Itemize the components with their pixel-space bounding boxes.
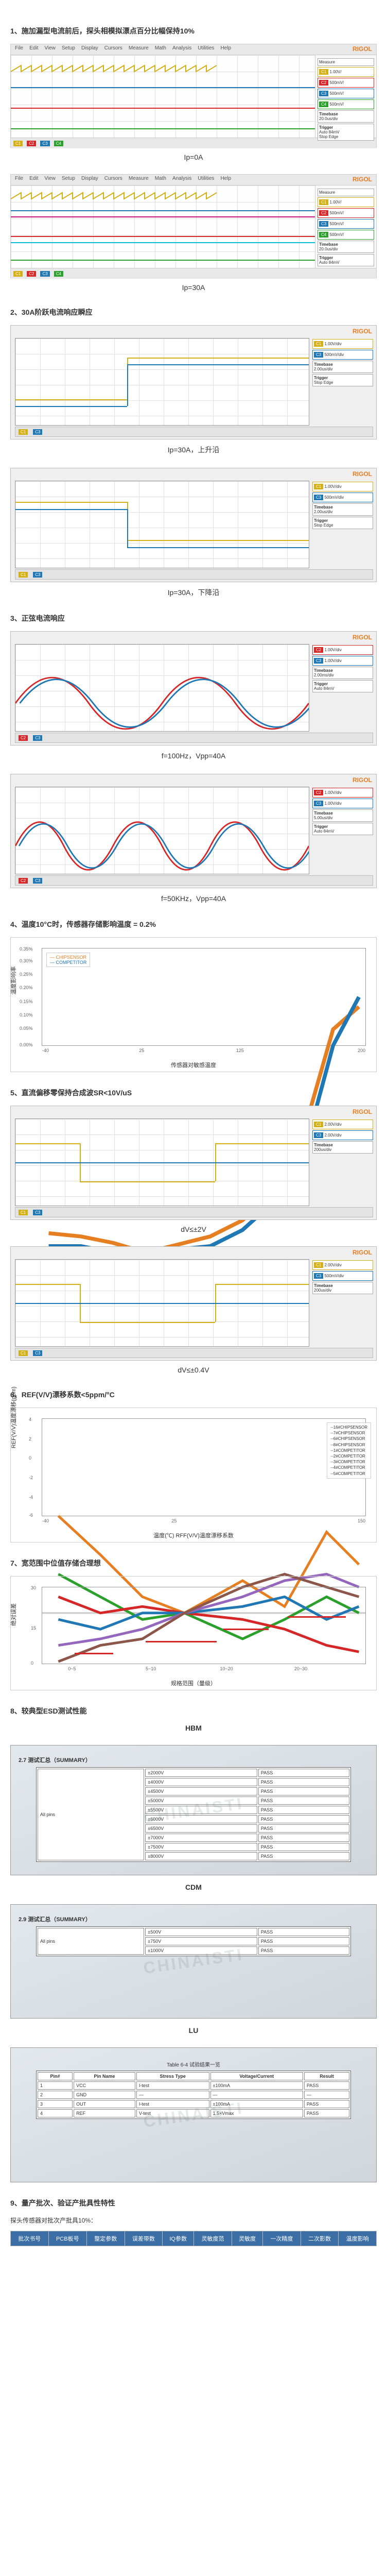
caption-2b: Ip=30A，下降沿 [10,587,377,598]
cdm-title: CDM [10,1883,377,1891]
scope-logo: RIGOL [353,45,372,53]
caption-5b: dV≤±0.4V [10,1366,377,1374]
caption-3a: f=100Hz，Vpp=40A [10,751,377,761]
section-3-title: 3、正弦电流响应 [10,613,377,623]
caption-3b: f=50KHz，Vpp=40A [10,893,377,904]
scope-5a: RIGOL C1 2.00V/div C3 2.00V/div Timebase… [10,1106,377,1220]
temperature-chart: 温度影响率 — CHIPSENSOR — COMPETITOR 0.35% 0.… [10,937,377,1072]
scope-menu: FileEditViewSetupDisplayCursorsMeasureMa… [15,45,231,51]
caption-2a: Ip=30A，上升沿 [10,445,377,455]
drift-legend: --16#CHIPSENSOR--7#CHIPSENSOR--6#CHIPSEN… [327,1422,371,1479]
section-6-title: 6、REF(V/V)漂移系数<5ppm/°C [10,1389,377,1400]
scope-2b: RIGOL C1 1.00V/div C3 500mV/div Timebase… [10,468,377,582]
cdm-report: CHINAISTI 2.9 测试汇总（SUMMARY） All pins±500… [10,1904,377,2019]
scope-2a: RIGOL C1 1.00V/div C3 500mV/div Timebase… [10,325,377,439]
lu-summary-table: Pin#Pin NameStress TypeVoltage/CurrentRe… [36,2071,351,2119]
ref-drift-chart: REF(V/V)温度漂移(ppm) 4 2 0 -2 -4 -6 -40 25 … [10,1408,377,1543]
caption-1a: Ip=0A [10,153,377,161]
summary-intro: 探头传感器对批次产批具10%： [10,2216,377,2225]
lu-report: CHINAISTI Table 6-4 试验结果一览 Pin#Pin NameS… [10,2047,377,2182]
hbm-summary-table: All pins±2000VPASS ±4000VPASS ±4500VPASS… [36,1767,351,1862]
section-2-title: 2、30A阶跃电流响应瞬应 [10,307,377,317]
scope-side-panel: Measure C1 1.00V/ C2 500mV/ C3 500mV/ C4… [315,55,376,138]
lu-title: LU [10,2026,377,2035]
scope-3b: RIGOL C2 1.00V/div C3 1.00V/div Timebase… [10,774,377,888]
section-4-title: 4、温度10°C时，传感器存储影响温度 = 0.2% [10,919,377,929]
scope-1b: FileEditViewSetupDisplayCursorsMeasureMa… [10,174,377,278]
scope-1a: FileEditViewSetupDisplayCursorsMeasureMa… [10,44,377,148]
scope-plot-area [11,55,315,138]
section-9-title: 9、量产批次、验证产批具性特性 [10,2198,377,2208]
caption-1b: Ip=30A [10,283,377,292]
summary-table: 批次书号PCB板号整定参数误差带数IQ参数灵敏度范灵敏度一次精度二次影数温度影响 [10,2231,377,2246]
cdm-summary-table: All pins±500VPASS ±750VPASS ±1000VPASS [36,1926,351,1956]
scope-5b: RIGOL C1 2.00V/div C3 500mV/div Timebase… [10,1246,377,1361]
rec-bar-chart: 绝对误差 0 15 30 0~5 5~10 10~20 20~30 规格范围（量… [10,1576,377,1690]
scope-3a: RIGOL C2 1.00V/div C3 1.00V/div Timebase… [10,631,377,745]
section-1-title: 1、施加漏型电流前后，探头相模拟漂点百分比幅保持10% [10,26,377,36]
hbm-report: CHINAISTI 2.7 测试汇总（SUMMARY） All pins±200… [10,1745,377,1875]
